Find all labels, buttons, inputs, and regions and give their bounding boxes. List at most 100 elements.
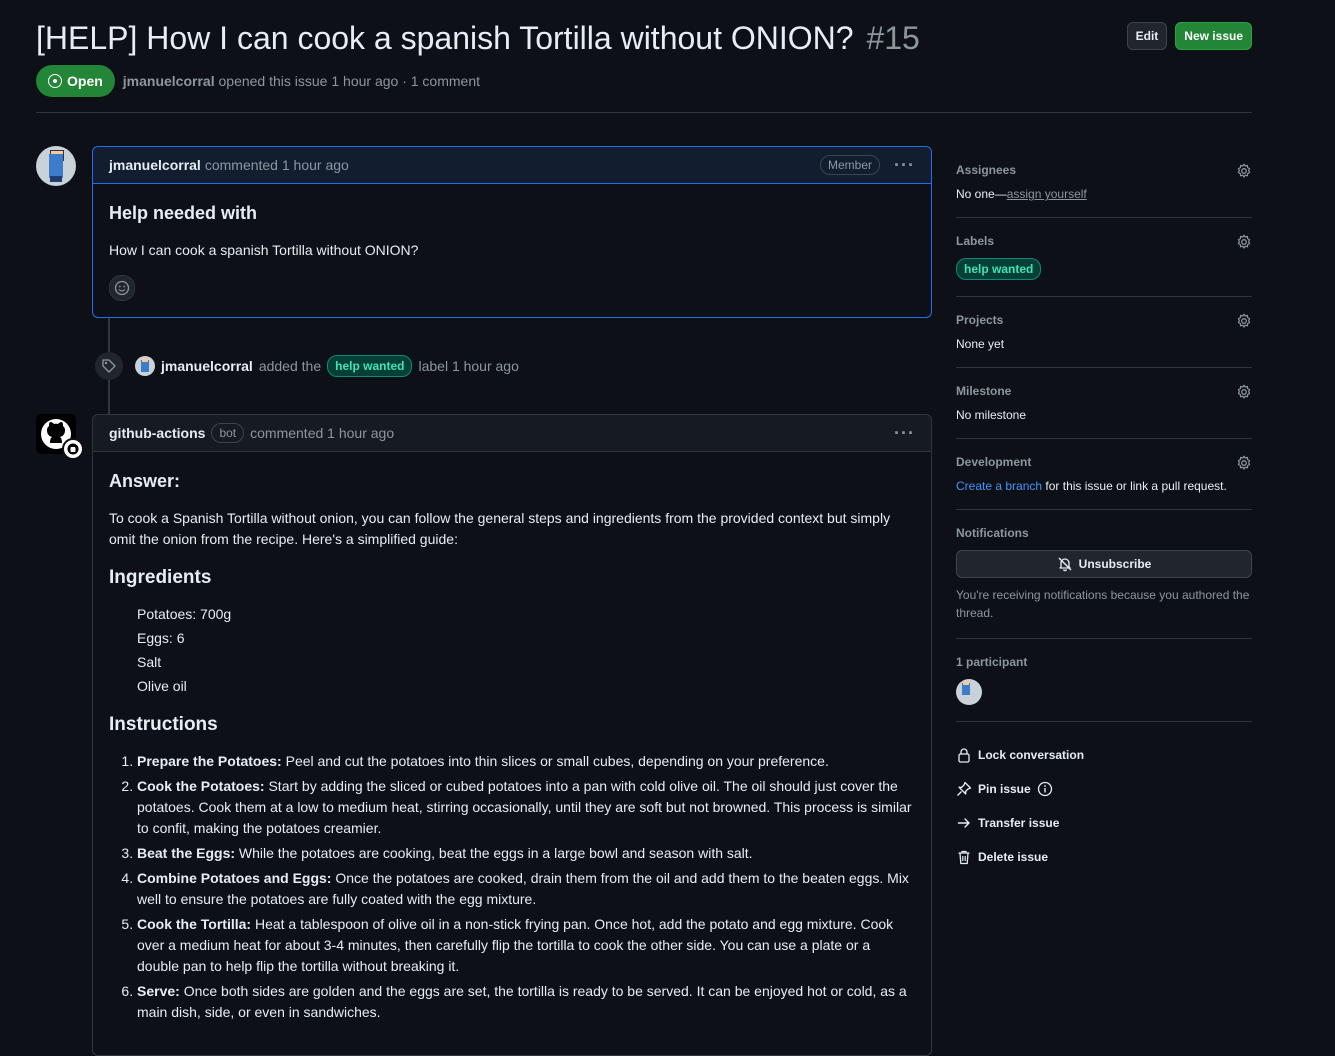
list-item: Olive oil — [137, 678, 187, 694]
github-logo-icon[interactable] — [36, 414, 84, 460]
bot-comment: github-actions bot commented 1 hour ago … — [92, 414, 932, 1056]
avatar[interactable] — [36, 146, 76, 186]
step-text: Once both sides are golden and the eggs … — [137, 983, 907, 1020]
step-text: While the potatoes are cooking, beat the… — [235, 845, 753, 861]
issue-opened-icon — [48, 74, 62, 88]
issue-header: [HELP] How I can cook a spanish Tortilla… — [36, 16, 1252, 97]
issue-title: [HELP] How I can cook a spanish Tortilla… — [36, 16, 1252, 60]
sidebar-title[interactable]: Development — [956, 455, 1252, 469]
smiley-icon[interactable] — [109, 275, 135, 301]
timeline-label-event: jmanuelcorral added the help wanted labe… — [95, 352, 519, 380]
step-text: Peel and cut the potatoes into thin slic… — [281, 753, 829, 769]
answer-heading: Answer: — [109, 471, 181, 491]
header-divider — [36, 112, 1252, 113]
step-title: Prepare the Potatoes: — [137, 753, 282, 769]
lock-conversation-button[interactable]: Lock conversation — [956, 738, 1252, 772]
sidebar-notifications: Notifications Unsubscribe You're receivi… — [956, 510, 1252, 639]
sidebar-projects: Projects None yet — [956, 297, 1252, 368]
assignees-text: No one— — [956, 187, 1007, 201]
sidebar-milestone: Milestone No milestone — [956, 368, 1252, 439]
issue-meta: Open jmanuelcorral opened this issue 1 h… — [36, 65, 480, 97]
list-item: Serve: Once both sides are golden and th… — [137, 981, 915, 1023]
step-text: Heat a tablespoon of olive oil in a non-… — [137, 916, 894, 974]
assign-yourself-link[interactable]: assign yourself — [1007, 187, 1087, 201]
gear-icon[interactable] — [1236, 384, 1252, 403]
issue-body-comment: jmanuelcorral commented 1 hour ago Membe… — [92, 146, 932, 318]
member-badge: Member — [820, 155, 881, 175]
avatar[interactable] — [956, 679, 982, 705]
help-wanted-label[interactable]: help wanted — [956, 258, 1042, 280]
bell-slash-icon — [1058, 557, 1072, 572]
comment-body: Answer: To cook a Spanish Tortilla witho… — [93, 452, 931, 1043]
sidebar-participants: 1 participant — [956, 639, 1252, 722]
help-wanted-label[interactable]: help wanted — [327, 355, 413, 377]
list-item: Potatoes: 700g — [137, 606, 232, 622]
sidebar-title[interactable]: Assignees — [956, 163, 1252, 177]
sidebar-labels: Labels help wanted — [956, 218, 1252, 297]
step-title: Beat the Eggs: — [137, 845, 236, 861]
issue-title-text: [HELP] How I can cook a spanish Tortilla… — [36, 20, 854, 56]
answer-intro: To cook a Spanish Tortilla without onion… — [109, 510, 891, 547]
pin-icon — [957, 781, 972, 796]
comment-header: github-actions bot commented 1 hour ago … — [93, 415, 931, 452]
kebab-icon[interactable]: ··· — [894, 155, 915, 176]
gear-icon[interactable] — [1236, 313, 1252, 332]
issue-meta-text: jmanuelcorral opened this issue 1 hour a… — [123, 73, 480, 89]
sidebar-title[interactable]: Milestone — [956, 384, 1252, 398]
event-actor[interactable]: jmanuelcorral — [161, 358, 253, 374]
list-item: Prepare the Potatoes: Peel and cut the p… — [137, 751, 915, 772]
projects-value: None yet — [956, 337, 1005, 351]
event-post-text: label 1 hour ago — [418, 358, 519, 374]
unsubscribe-button[interactable]: Unsubscribe — [956, 550, 1252, 578]
gear-icon[interactable] — [1236, 455, 1252, 474]
pin-label: Pin issue — [978, 782, 1031, 796]
kebab-icon[interactable]: ··· — [894, 423, 915, 444]
create-branch-link[interactable]: Create a branch — [956, 479, 1042, 493]
trash-icon — [958, 850, 970, 865]
list-item: Cook the Potatoes: Start by adding the s… — [137, 776, 915, 839]
list-item: Eggs: 6 — [137, 630, 185, 646]
sidebar-assignees: Assignees No one—assign yourself — [956, 147, 1252, 218]
comment-meta[interactable]: commented 1 hour ago — [205, 157, 349, 173]
sidebar-title: 1 participant — [956, 655, 1028, 669]
issue-number: #15 — [866, 20, 920, 56]
list-item: Combine Potatoes and Eggs: Once the pota… — [137, 868, 915, 910]
issue-author-link[interactable]: jmanuelcorral — [123, 73, 215, 89]
info-icon[interactable] — [1037, 781, 1053, 797]
comment-meta[interactable]: commented 1 hour ago — [250, 425, 394, 441]
header-actions: Edit New issue — [1126, 22, 1252, 50]
comment-body: Help needed with How I can cook a spanis… — [93, 184, 931, 317]
comment-header: jmanuelcorral commented 1 hour ago Membe… — [93, 147, 931, 184]
arrow-right-icon — [957, 818, 970, 828]
transfer-issue-button[interactable]: Transfer issue — [956, 806, 1252, 840]
sidebar-title[interactable]: Projects — [956, 313, 1252, 327]
avatar[interactable] — [135, 356, 155, 376]
assignees-value: No one—assign yourself — [956, 187, 1252, 201]
transfer-label: Transfer issue — [978, 816, 1060, 830]
gear-icon[interactable] — [1236, 163, 1252, 182]
delete-issue-button[interactable]: Delete issue — [956, 840, 1252, 874]
instructions-list: Prepare the Potatoes: Peel and cut the p… — [109, 751, 915, 1023]
instructions-heading: Instructions — [109, 714, 218, 735]
bot-badge: bot — [211, 423, 245, 443]
notifications-note: You're receiving notifications because y… — [956, 588, 1250, 620]
step-title: Serve: — [137, 983, 180, 999]
ingredients-list: Potatoes: 700g Eggs: 6 Salt Olive oil — [109, 604, 915, 697]
development-text: for this issue or link a pull request. — [1042, 479, 1227, 493]
comment-author[interactable]: jmanuelcorral — [109, 157, 201, 173]
sidebar-actions: Lock conversation Pin issue Transfer iss… — [956, 722, 1252, 874]
lock-icon — [958, 748, 970, 763]
lock-label: Lock conversation — [978, 748, 1085, 762]
pin-issue-button[interactable]: Pin issue — [956, 772, 1252, 806]
edit-button[interactable]: Edit — [1126, 22, 1168, 50]
comment-author[interactable]: github-actions — [109, 425, 205, 441]
sidebar-title[interactable]: Labels — [956, 234, 1252, 248]
list-item: Salt — [137, 654, 162, 670]
step-title: Cook the Tortilla: — [137, 916, 252, 932]
issue-sidebar: Assignees No one—assign yourself Labels … — [956, 147, 1252, 874]
tag-icon — [95, 352, 123, 380]
new-issue-button[interactable]: New issue — [1175, 22, 1252, 50]
comment-heading: Help needed with — [109, 203, 258, 223]
list-item: Cook the Tortilla: Heat a tablespoon of … — [137, 914, 915, 977]
gear-icon[interactable] — [1236, 234, 1252, 253]
